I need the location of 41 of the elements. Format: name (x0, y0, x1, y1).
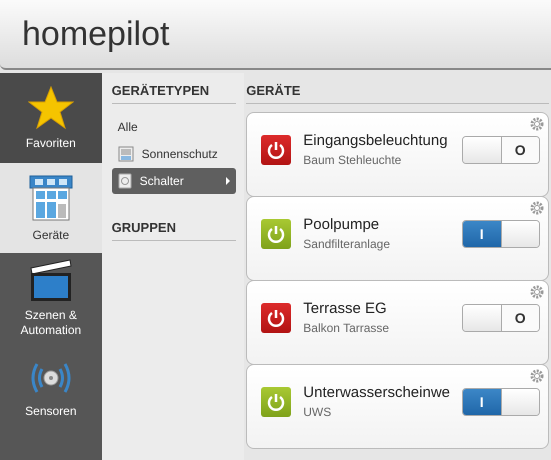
settings-icon[interactable] (529, 116, 545, 132)
building-icon (26, 174, 75, 222)
settings-icon[interactable] (529, 284, 545, 300)
device-location: Sandfilteranlage (303, 237, 391, 251)
power-icon (266, 308, 286, 328)
star-icon (28, 86, 74, 130)
nav-item[interactable]: Szenen & Automation (0, 253, 102, 343)
device-location: Baum Stehleuchte (303, 153, 402, 167)
power-icon (266, 140, 286, 160)
device-name: Terrasse EG (303, 300, 388, 317)
power-button[interactable] (261, 386, 292, 416)
device-name: Poolpumpe (303, 216, 380, 233)
nav-item[interactable]: Favoriten (0, 73, 102, 163)
power-icon (266, 224, 286, 244)
app-logo: homepilot (22, 14, 170, 54)
device-name: Eingangsbeleuchtung (303, 132, 449, 149)
toggle-switch[interactable]: O (462, 136, 540, 164)
nav-item[interactable]: Geräte (0, 163, 102, 253)
device-location: UWS (303, 405, 332, 419)
settings-icon[interactable] (529, 200, 545, 216)
type-item[interactable]: Sonnenschutz (112, 141, 236, 167)
settings-icon[interactable] (529, 368, 545, 384)
toggle-switch[interactable]: O (462, 304, 540, 332)
type-item[interactable]: Schalter (112, 168, 236, 194)
power-button[interactable] (261, 302, 292, 332)
power-button[interactable] (261, 134, 292, 164)
section-title: GERÄTETYPEN (112, 73, 236, 104)
caret-icon (226, 177, 230, 185)
toggle-switch[interactable]: I (462, 388, 540, 416)
socket-icon (118, 173, 132, 189)
section-title: GERÄTE (246, 73, 549, 104)
toggle-switch[interactable]: I (462, 220, 540, 248)
blind-icon (118, 146, 134, 162)
type-item[interactable]: Alle (112, 114, 236, 140)
device-name: Unterwasserscheinwe (303, 384, 450, 401)
nav-item[interactable]: Sensoren (0, 343, 102, 433)
section-title: GRUPPEN (112, 210, 236, 241)
power-button[interactable] (261, 218, 292, 248)
power-icon (266, 392, 286, 412)
device-location: Balkon Tarrasse (303, 321, 390, 335)
clapperboard-icon (28, 258, 74, 302)
